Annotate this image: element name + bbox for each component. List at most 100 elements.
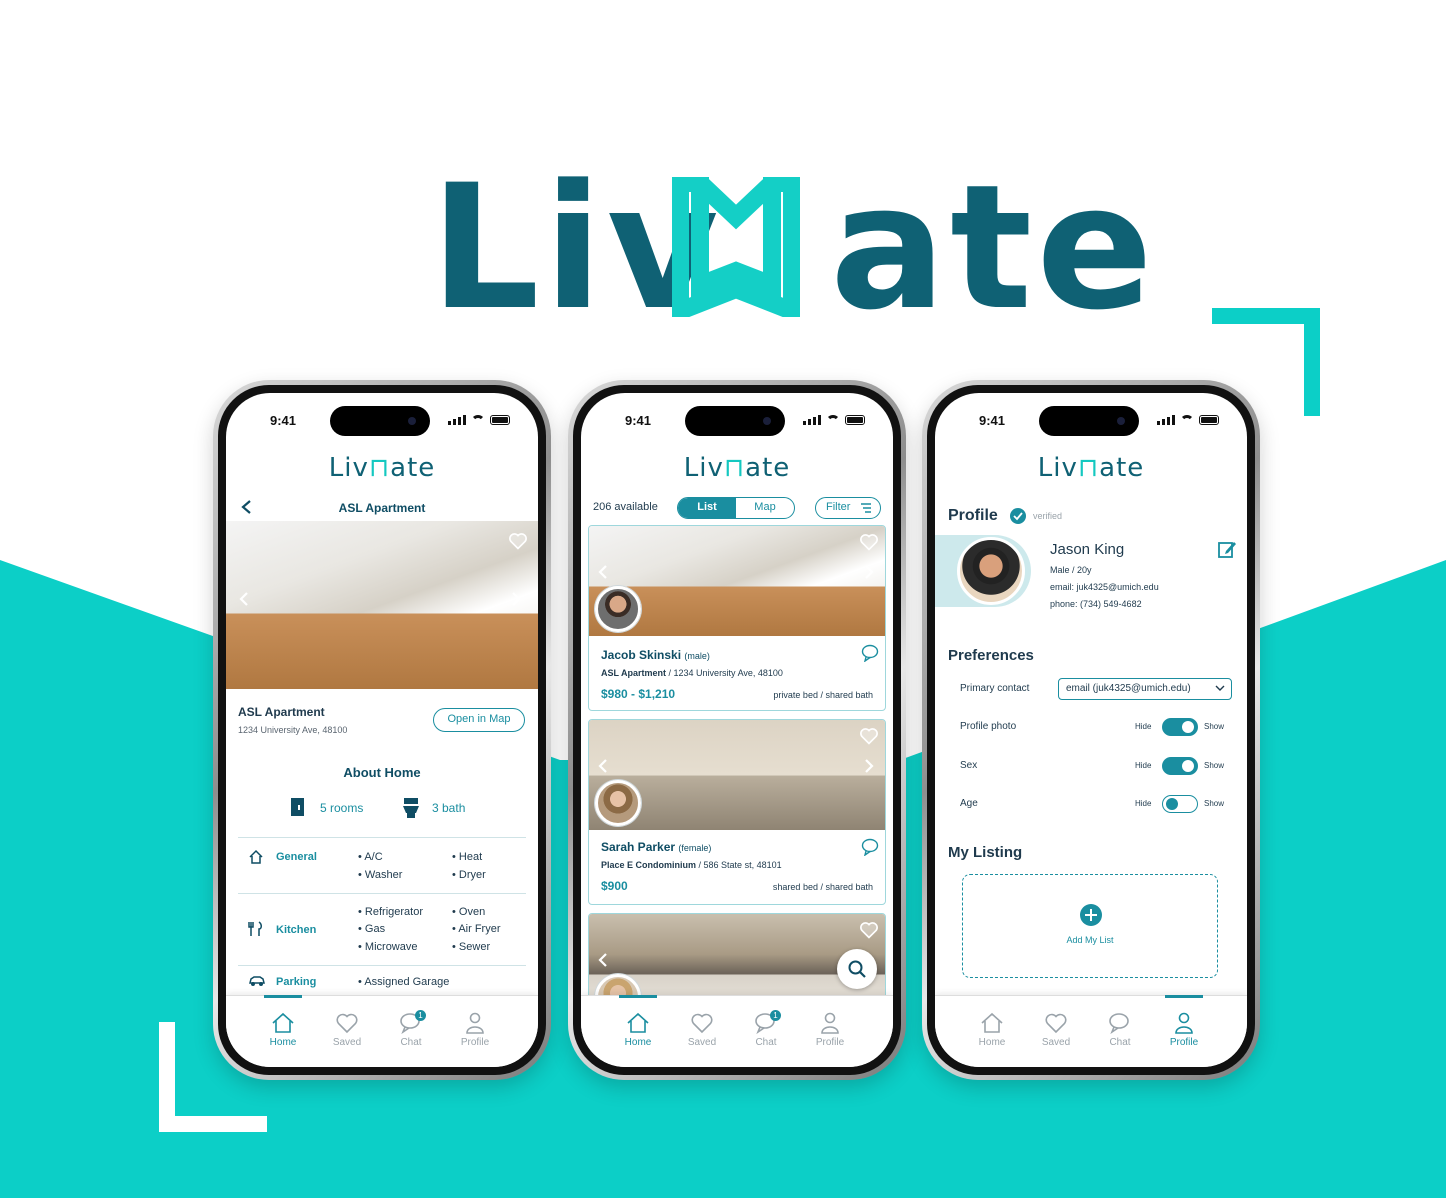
- add-listing-area[interactable]: Add My List: [962, 874, 1218, 978]
- dynamic-island: [1039, 406, 1139, 436]
- favorite-heart-icon[interactable]: [859, 726, 879, 746]
- home-icon: [627, 1012, 649, 1033]
- detail-screen: 9:41 Liv⊓ate ASL Apartment ASL Apartment…: [226, 393, 538, 1067]
- tab-saved[interactable]: Saved: [322, 1012, 372, 1048]
- status-time: 9:41: [270, 413, 297, 428]
- heart-icon: [691, 1013, 713, 1034]
- amenity-item: • Microwave: [358, 941, 418, 953]
- corner-bracket-top-right: [1304, 308, 1320, 416]
- prev-photo-icon[interactable]: [597, 758, 609, 774]
- phone-list: 9:41 Liv⊓ate 206 available List Map Filt…: [568, 380, 906, 1080]
- app-logo: Liv⊓ate: [1037, 453, 1145, 483]
- toggle-label: Age: [960, 798, 978, 809]
- tab-label: Saved: [332, 1037, 362, 1048]
- signal-icon: [1157, 415, 1175, 425]
- prev-photo-icon[interactable]: [597, 952, 609, 968]
- search-button[interactable]: [837, 949, 877, 989]
- open-in-map-button[interactable]: Open in Map: [433, 708, 525, 732]
- person-icon: [1175, 1012, 1193, 1034]
- filter-button[interactable]: Filter: [815, 497, 881, 519]
- battery-icon: [1199, 415, 1219, 425]
- status-bar: 9:41: [226, 393, 538, 437]
- wifi-icon: [826, 415, 840, 425]
- prev-photo-icon[interactable]: [597, 564, 609, 580]
- amenity-text: Oven: [458, 906, 486, 918]
- tab-bar: Home Saved 1 Chat Profile: [226, 995, 538, 1067]
- app-logo: Liv⊓ate: [683, 453, 791, 483]
- toggle-label: Sex: [960, 760, 978, 771]
- next-photo-icon[interactable]: [863, 758, 875, 774]
- chat-badge: 1: [415, 1010, 426, 1021]
- search-icon: [848, 960, 866, 978]
- host-name-text: Jacob Skinski: [601, 648, 682, 662]
- favorite-heart-icon[interactable]: [859, 532, 879, 552]
- tab-profile[interactable]: Profile: [450, 1012, 500, 1048]
- battery-icon: [490, 415, 510, 425]
- tab-chat[interactable]: 1 Chat: [741, 1010, 791, 1048]
- tab-home[interactable]: Home: [967, 1012, 1017, 1048]
- tab-label: Profile: [460, 1037, 490, 1048]
- next-photo-icon[interactable]: [863, 564, 875, 580]
- host-gender: (female): [678, 843, 712, 853]
- divider: [238, 893, 526, 894]
- tab-profile[interactable]: Profile: [1159, 995, 1209, 1048]
- room-type: shared bed / shared bath: [772, 882, 873, 892]
- status-time: 9:41: [979, 413, 1006, 428]
- tab-home[interactable]: Home: [258, 995, 308, 1048]
- add-list-label: Add My List: [1066, 935, 1114, 945]
- chat-icon[interactable]: [861, 644, 879, 662]
- tab-home[interactable]: Home: [613, 995, 663, 1048]
- amenity-text: Heat: [458, 851, 483, 863]
- amenity-item: • Sewer: [452, 941, 491, 953]
- map-view-button[interactable]: Map: [736, 498, 794, 518]
- tab-chat[interactable]: Chat: [1095, 1012, 1145, 1048]
- favorite-heart-icon[interactable]: [859, 920, 879, 940]
- amenity-text: Sewer: [458, 941, 491, 953]
- tab-label: Chat: [1109, 1037, 1131, 1048]
- listing-price: $900: [601, 879, 628, 893]
- amenity-text: Gas: [364, 923, 386, 935]
- place-address: 586 State st, 48101: [703, 860, 782, 870]
- verified-label: verified: [1033, 511, 1063, 521]
- listing-location: ASL Apartment / 1234 University Ave, 481…: [601, 668, 783, 678]
- primary-contact-select[interactable]: email (juk4325@umich.edu): [1058, 678, 1232, 700]
- status-bar: 9:41: [581, 393, 893, 437]
- profile-demographics: Male / 20y: [1050, 565, 1092, 575]
- profile-photo-toggle[interactable]: [1162, 718, 1198, 736]
- amenity-item: • Assigned Garage: [358, 976, 450, 988]
- chat-badge: 1: [770, 1010, 781, 1021]
- page-title: ASL Apartment: [338, 501, 426, 515]
- chat-icon[interactable]: [861, 838, 879, 856]
- listing-photo[interactable]: [226, 521, 538, 689]
- profile-email: email: juk4325@umich.edu: [1050, 582, 1159, 592]
- primary-contact-value: email (juk4325@umich.edu): [1066, 683, 1191, 694]
- prev-photo-icon[interactable]: [238, 591, 250, 607]
- amenity-text: Refrigerator: [364, 906, 423, 918]
- brand-logo: Liv ate: [430, 162, 1153, 334]
- app-logo: Liv⊓ate: [328, 453, 436, 483]
- age-toggle[interactable]: [1162, 795, 1198, 813]
- tab-profile[interactable]: Profile: [805, 1012, 855, 1048]
- profile-avatar[interactable]: [957, 537, 1025, 605]
- section-label-parking: Parking: [276, 976, 317, 988]
- plus-circle-icon: [1080, 904, 1102, 926]
- tab-saved[interactable]: Saved: [1031, 1012, 1081, 1048]
- chat-icon: [1109, 1013, 1129, 1034]
- status-bar: 9:41: [935, 393, 1247, 437]
- sex-toggle[interactable]: [1162, 757, 1198, 775]
- edit-icon[interactable]: [1217, 539, 1237, 559]
- host-name: Sarah Parker (female): [601, 840, 711, 854]
- listing-location: Place E Condominium / 586 State st, 4810…: [601, 860, 782, 870]
- amenity-item: • Dryer: [452, 869, 486, 881]
- tab-saved[interactable]: Saved: [677, 1012, 727, 1048]
- listing-card[interactable]: Sarah Parker (female) Place E Condominiu…: [588, 719, 886, 905]
- place-name: Place E Condominium: [601, 860, 697, 870]
- listing-address: 1234 University Ave, 48100: [238, 725, 348, 735]
- host-name-text: Sarah Parker: [601, 840, 676, 854]
- next-photo-icon[interactable]: [510, 591, 522, 607]
- list-view-button[interactable]: List: [678, 498, 736, 518]
- tab-chat[interactable]: 1 Chat: [386, 1010, 436, 1048]
- section-label-kitchen: Kitchen: [276, 924, 317, 936]
- favorite-heart-icon[interactable]: [508, 531, 528, 551]
- listing-card[interactable]: Jacob Skinski (male) ASL Apartment / 123…: [588, 525, 886, 711]
